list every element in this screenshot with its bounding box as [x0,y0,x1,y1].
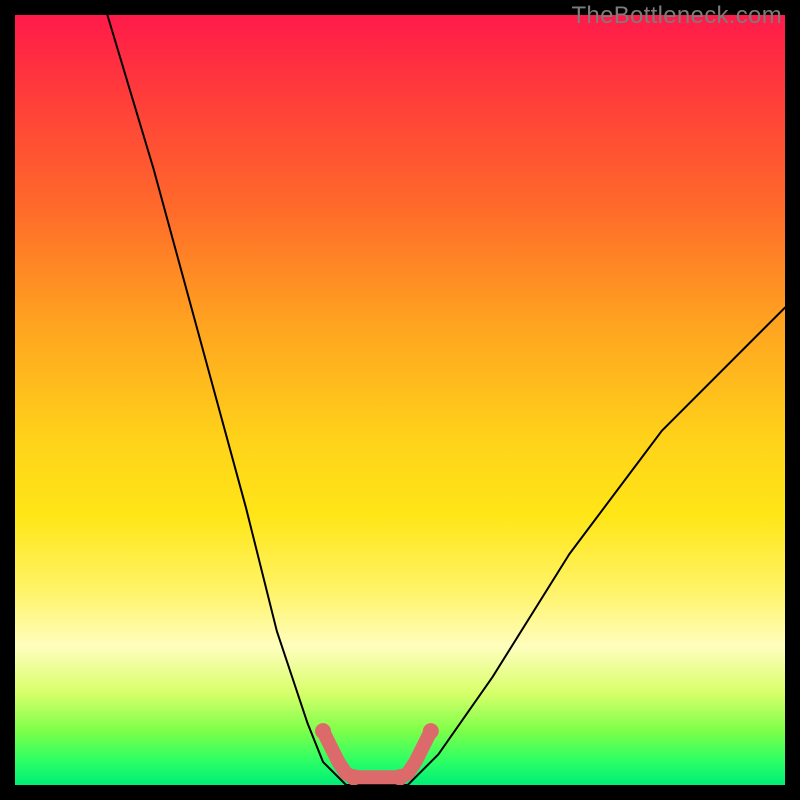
chart-plot-area [15,15,785,785]
series-dot-pink-bracket-left-0 [315,723,331,739]
series-dot-pink-bracket-right-0 [392,769,408,785]
series-black-curve-left [107,15,346,785]
series-pink-bracket-left [323,731,354,777]
series-dot-pink-bracket-flat-0 [346,769,362,785]
series-dot-pink-bracket-right-4 [423,723,439,739]
chart-series-container [107,15,785,785]
chart-svg [15,15,785,785]
series-pink-bracket-right [400,731,431,777]
series-black-curve-right [408,308,785,785]
chart-frame: TheBottleneck.com [0,0,800,800]
watermark-text: TheBottleneck.com [571,2,782,30]
